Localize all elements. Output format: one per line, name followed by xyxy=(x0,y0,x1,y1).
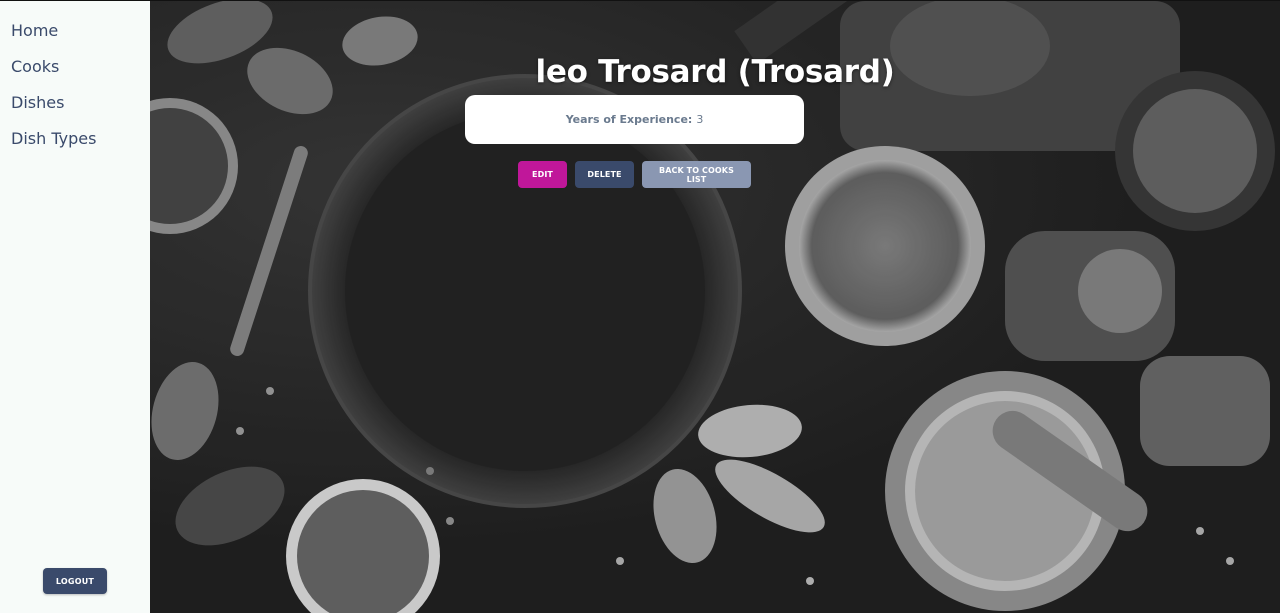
kitchen-background-image xyxy=(150,1,1280,613)
logout-button[interactable]: LOGOUT xyxy=(43,568,107,594)
sidebar: Home Cooks Dishes Dish Types LOGOUT xyxy=(0,1,150,613)
sidebar-nav: Home Cooks Dishes Dish Types xyxy=(0,13,150,157)
edit-button[interactable]: EDIT xyxy=(518,161,567,188)
back-to-cooks-list-button[interactable]: BACK TO COOKS LIST xyxy=(642,161,751,188)
sidebar-item-dishes[interactable]: Dishes xyxy=(0,85,150,121)
sidebar-item-home[interactable]: Home xyxy=(0,13,150,49)
cook-details-card: Years of Experience: 3 xyxy=(465,95,804,144)
page-title: leo Trosard (Trosard) xyxy=(535,53,895,90)
sidebar-item-dish-types[interactable]: Dish Types xyxy=(0,121,150,157)
experience-value: 3 xyxy=(696,113,704,126)
sidebar-item-cooks[interactable]: Cooks xyxy=(0,49,150,85)
main-content: leo Trosard (Trosard) Years of Experienc… xyxy=(150,1,1280,613)
experience-label: Years of Experience: xyxy=(565,113,693,126)
delete-button[interactable]: DELETE xyxy=(575,161,634,188)
action-buttons: EDIT DELETE BACK TO COOKS LIST xyxy=(518,161,751,188)
